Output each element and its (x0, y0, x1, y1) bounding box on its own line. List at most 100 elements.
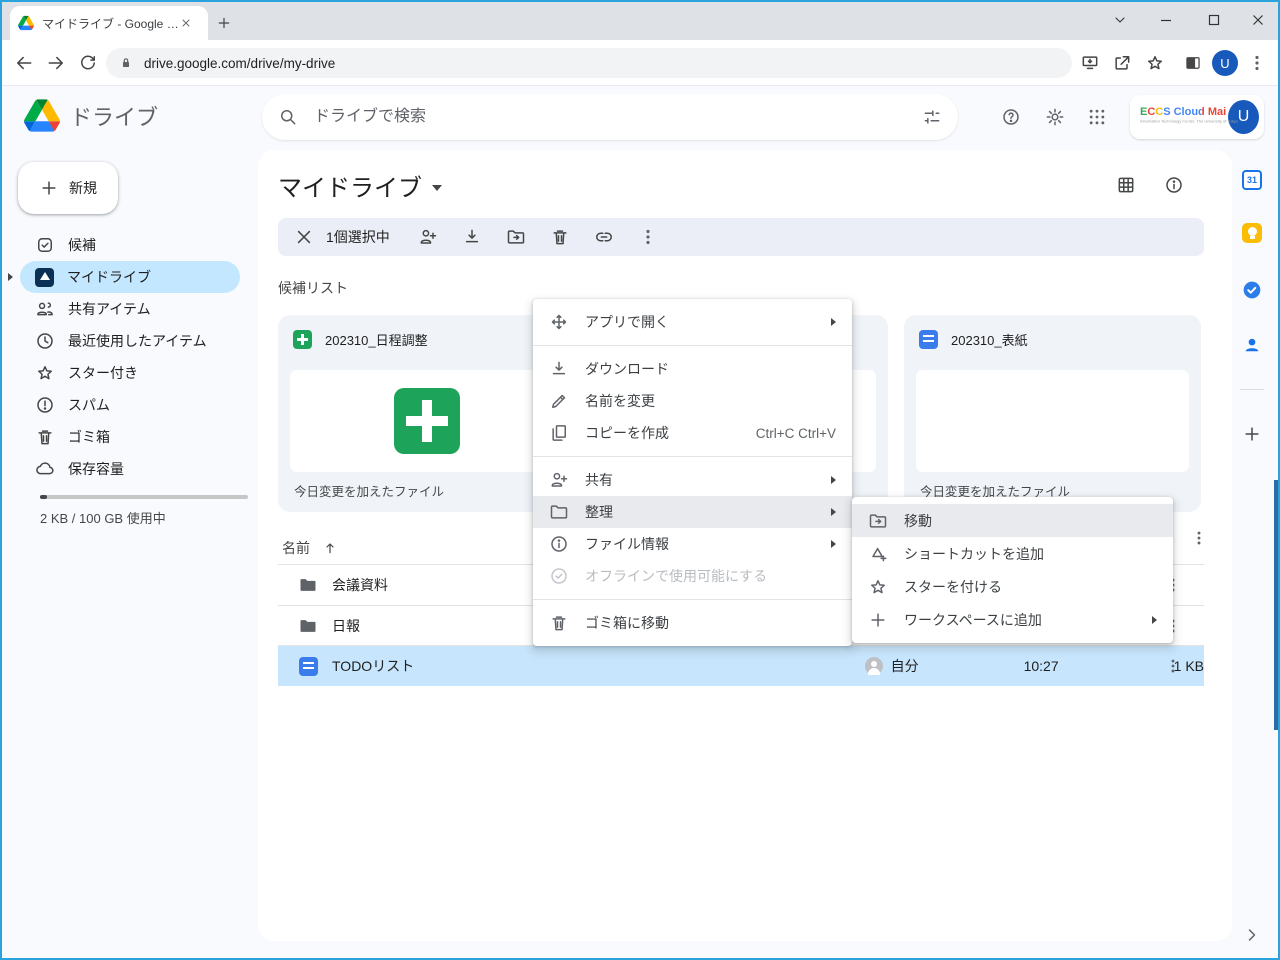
menu-item-organize[interactable]: 整理 (533, 496, 852, 528)
grid-view-toggle[interactable] (1116, 175, 1136, 195)
file-card-cover[interactable]: 202310_表紙 今日変更を加えたファイル (904, 315, 1201, 512)
file-card-schedule[interactable]: 202310_日程調整 今日変更を加えたファイル (278, 315, 575, 512)
help-icon[interactable] (1001, 107, 1021, 127)
keep-icon[interactable] (1242, 223, 1262, 243)
side-panel-icon[interactable] (1183, 53, 1203, 73)
download-button[interactable] (462, 227, 482, 247)
tasks-icon[interactable] (1242, 280, 1262, 300)
tab-search-chevron-icon[interactable] (1112, 12, 1128, 28)
tab-close-icon[interactable] (180, 17, 192, 29)
sidebar-item-suggested[interactable]: 候補 (20, 229, 240, 261)
sidebar-item-trash[interactable]: ゴミ箱 (20, 421, 240, 453)
file-thumbnail (290, 370, 563, 472)
expand-caret-icon[interactable] (8, 273, 13, 281)
trash-button[interactable] (550, 227, 570, 247)
sidebar-item-my-drive[interactable]: マイドライブ (20, 261, 240, 293)
search-input[interactable] (312, 107, 922, 127)
submenu-arrow-icon (831, 318, 836, 326)
submenu-arrow-icon (1152, 616, 1157, 624)
browser-profile-avatar[interactable]: U (1212, 50, 1238, 76)
url-text: drive.google.com/drive/my-drive (144, 56, 335, 71)
contacts-icon[interactable] (1242, 335, 1262, 355)
copy-link-button[interactable] (594, 227, 614, 247)
page-scrollbar-thumb[interactable] (1274, 480, 1278, 730)
offline-check-icon (549, 566, 569, 586)
search-icon (278, 107, 298, 127)
divider (533, 456, 852, 457)
clock-icon (35, 331, 55, 351)
divider (533, 345, 852, 346)
more-actions-button[interactable] (638, 227, 658, 247)
owner-avatar (865, 657, 883, 675)
window-minimize-button[interactable] (1158, 12, 1174, 28)
window-close-button[interactable] (1250, 12, 1266, 28)
add-panel-app-icon[interactable] (1242, 424, 1262, 444)
list-header-name[interactable]: 名前 (282, 538, 338, 558)
back-button[interactable] (14, 53, 34, 73)
search-bar[interactable] (262, 94, 958, 140)
submenu-item-add-star[interactable]: スターを付ける (852, 570, 1173, 603)
spam-icon (35, 395, 55, 415)
submenu-arrow-icon (831, 540, 836, 548)
account-avatar[interactable]: U (1228, 100, 1259, 134)
sidebar-item-shared[interactable]: 共有アイテム (20, 293, 240, 325)
apps-grid-icon[interactable] (1087, 107, 1107, 127)
trash-icon (549, 613, 569, 633)
people-icon (35, 299, 55, 319)
clear-selection-button[interactable] (294, 227, 314, 247)
page-title-button[interactable]: マイドライブ (278, 168, 442, 203)
person-add-icon (549, 470, 569, 490)
hide-side-panel-chevron[interactable] (1242, 925, 1262, 945)
copy-icon (549, 423, 569, 443)
details-info-icon[interactable] (1164, 175, 1184, 195)
divider (533, 599, 852, 600)
drive-logo-home[interactable]: ドライブ (24, 99, 158, 132)
divider (1240, 389, 1264, 390)
sidebar-item-spam[interactable]: スパム (20, 389, 240, 421)
calendar-icon[interactable]: 31 (1242, 170, 1262, 190)
submenu-item-move[interactable]: 移動 (852, 504, 1173, 537)
menu-item-download[interactable]: ダウンロード (533, 353, 852, 385)
menu-item-file-info[interactable]: ファイル情報 (533, 528, 852, 560)
drive-header: ドライブ ECCS Cloud Mail Information Technol… (0, 86, 1280, 148)
menu-item-move-to-trash[interactable]: ゴミ箱に移動 (533, 607, 852, 639)
info-icon (549, 534, 569, 554)
submenu-item-add-to-workspace[interactable]: ワークスペースに追加 (852, 603, 1173, 636)
owner-label: 自分 (891, 656, 919, 676)
reload-button[interactable] (78, 53, 98, 73)
file-row-todo-list[interactable]: TODOリスト 自分 10:27 1 KB (278, 646, 1204, 686)
forward-button[interactable] (46, 53, 66, 73)
pencil-icon (549, 391, 569, 411)
move-to-button[interactable] (506, 227, 526, 247)
submenu-item-add-shortcut[interactable]: ショートカットを追加 (852, 537, 1173, 570)
address-bar[interactable]: drive.google.com/drive/my-drive (106, 48, 1072, 78)
settings-gear-icon[interactable] (1045, 107, 1065, 127)
file-card-caption: 今日変更を加えたファイル (294, 481, 444, 500)
star-icon (868, 577, 888, 597)
new-button[interactable]: 新規 (18, 162, 118, 214)
browser-tab[interactable]: マイドライブ - Google ドライブ (10, 6, 208, 40)
sheets-large-icon (394, 388, 460, 454)
folder-icon (549, 502, 569, 522)
new-button-label: 新規 (69, 178, 97, 198)
row-more-icon[interactable] (1164, 657, 1182, 675)
menu-item-make-copy[interactable]: コピーを作成 Ctrl+C Ctrl+V (533, 417, 852, 449)
context-menu: アプリで開く ダウンロード 名前を変更 コピーを作成 Ctrl+C Ctrl+V… (533, 299, 852, 646)
new-tab-button[interactable] (216, 15, 232, 31)
lock-icon (118, 55, 134, 71)
save-page-icon[interactable] (1080, 53, 1100, 73)
menu-item-share[interactable]: 共有 (533, 464, 852, 496)
menu-item-rename[interactable]: 名前を変更 (533, 385, 852, 417)
account-badge[interactable]: ECCS Cloud Mail Information Technology C… (1130, 95, 1264, 139)
browser-menu-icon[interactable] (1247, 53, 1267, 73)
sidebar-item-storage[interactable]: 保存容量 (20, 453, 240, 485)
share-person-add-button[interactable] (418, 227, 438, 247)
search-options-icon[interactable] (922, 107, 942, 127)
share-icon[interactable] (1112, 53, 1132, 73)
header-more-icon[interactable] (1190, 529, 1208, 547)
bookmark-star-icon[interactable] (1145, 53, 1165, 73)
window-maximize-button[interactable] (1206, 12, 1222, 28)
sidebar-item-recent[interactable]: 最近使用したアイテム (20, 325, 240, 357)
menu-item-open-with[interactable]: アプリで開く (533, 306, 852, 338)
sidebar-item-starred[interactable]: スター付き (20, 357, 240, 389)
